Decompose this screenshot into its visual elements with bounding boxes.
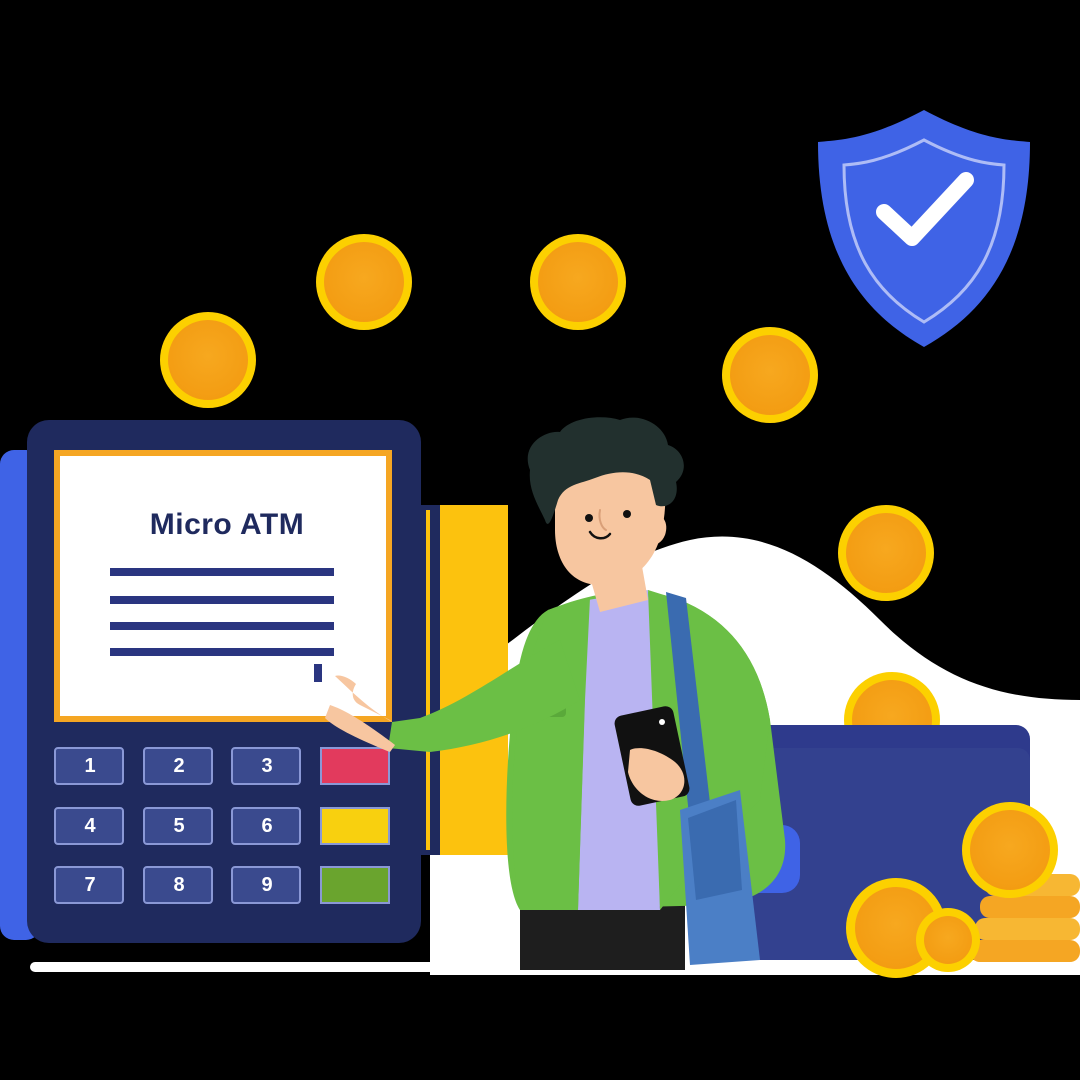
keypad-key-label: 5 — [173, 815, 185, 837]
atm-screen-title: Micro ATM — [149, 508, 305, 541]
key-enter-green — [320, 866, 390, 904]
coin-icon — [316, 234, 412, 330]
screen-line — [110, 568, 334, 576]
key-clear-yellow — [320, 807, 390, 845]
coin-icon — [838, 505, 934, 601]
keypad-key-label: 9 — [261, 874, 273, 896]
micro-atm-device — [27, 420, 440, 943]
shield-check-icon — [818, 110, 1030, 347]
keypad-key-label: 4 — [84, 815, 96, 837]
screen-line — [110, 648, 334, 656]
keypad-key-label: 1 — [84, 755, 96, 777]
keypad-key-label: 7 — [84, 874, 96, 896]
keypad-key-label: 8 — [173, 874, 185, 896]
coin-icon — [530, 234, 626, 330]
screen-line — [110, 622, 334, 630]
keypad-key-label: 2 — [173, 755, 185, 777]
coin-icon — [722, 327, 818, 423]
coin-icon — [160, 312, 256, 408]
screen-line — [110, 596, 334, 604]
keypad-key-label: 6 — [261, 815, 273, 837]
key-cancel-red — [320, 747, 390, 785]
keypad-key-label: 3 — [261, 755, 273, 777]
screen-cursor — [314, 664, 322, 682]
